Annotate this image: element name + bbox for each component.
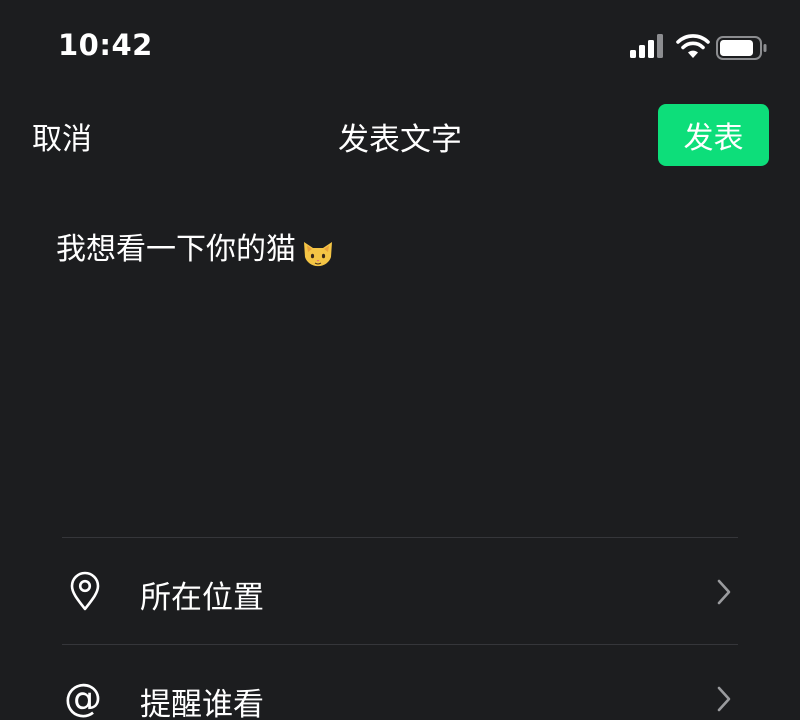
post-text-content: 我想看一下你的猫 (56, 232, 296, 267)
publish-button[interactable]: 发表 (658, 104, 769, 166)
status-time: 10:42 (58, 28, 153, 62)
status-bar: 10:42 (0, 0, 800, 96)
signal-icon (630, 34, 666, 60)
cat-face-icon (304, 241, 332, 266)
chevron-right-icon (717, 686, 731, 712)
wifi-icon (676, 34, 710, 58)
location-option[interactable]: 所在位置 (62, 541, 738, 641)
at-sign-icon: @ (64, 676, 102, 720)
mention-option[interactable]: @ 提醒谁看 (62, 648, 738, 720)
location-option-label: 所在位置 (140, 580, 264, 616)
mention-option-label: 提醒谁看 (140, 687, 264, 720)
post-text-screen: 10:42 取消 发表文字 发表 我想看一下你的猫 所在位置 @ 提醒谁看 (0, 0, 800, 720)
battery-icon (716, 36, 767, 60)
divider (62, 644, 738, 645)
chevron-right-icon (717, 579, 731, 605)
cancel-button[interactable]: 取消 (32, 114, 92, 158)
location-pin-icon (70, 571, 100, 611)
post-text-input[interactable]: 我想看一下你的猫 (56, 226, 746, 516)
divider (62, 537, 738, 538)
